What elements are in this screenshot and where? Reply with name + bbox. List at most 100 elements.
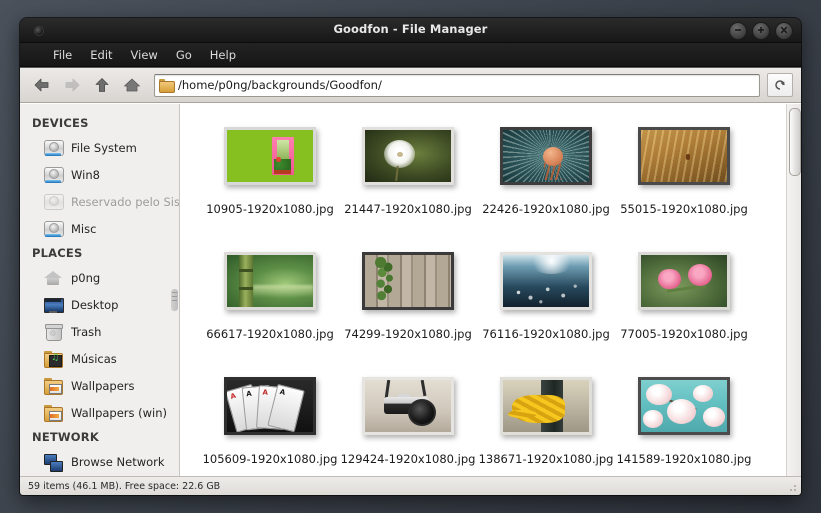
menubar: File Edit View Go Help — [20, 43, 801, 67]
file-item[interactable]: A A A A 105609-1920x1080.jpg — [201, 376, 339, 476]
file-thumbnail — [224, 127, 316, 185]
home-icon — [44, 269, 62, 287]
sidebar-item-label: Desktop — [71, 297, 119, 312]
sidebar-item-label: Browse Network — [71, 454, 165, 469]
sidebar-item-misc[interactable]: Misc — [20, 215, 179, 242]
reload-button[interactable] — [767, 73, 793, 97]
forward-button[interactable] — [58, 72, 86, 98]
thumbnail-wrap — [360, 251, 456, 311]
file-name: 76116-1920x1080.jpg — [482, 327, 610, 341]
path-entry[interactable]: /home/p0ng/backgrounds/Goodfon/ — [154, 73, 760, 97]
file-name: 10905-1920x1080.jpg — [206, 202, 334, 216]
arrow-right-icon — [65, 78, 80, 92]
thumbnail-wrap — [360, 376, 456, 436]
sidebar: DEVICES File System Win8 Reservado pelo … — [20, 104, 180, 476]
file-item[interactable]: 76116-1920x1080.jpg — [477, 251, 615, 376]
thumbnail-wrap — [498, 376, 594, 436]
file-item[interactable]: 74299-1920x1080.jpg — [339, 251, 477, 376]
file-thumbnail — [500, 127, 592, 185]
file-name: 129424-1920x1080.jpg — [340, 452, 476, 466]
sidebar-item-label: p0ng — [71, 270, 101, 285]
file-item[interactable]: 55015-1920x1080.jpg — [615, 126, 753, 251]
home-icon — [124, 78, 140, 92]
window-controls — [729, 22, 793, 40]
menu-item-edit[interactable]: Edit — [81, 46, 121, 64]
sidebar-item-musicas[interactable]: Músicas — [20, 345, 179, 372]
sidebar-group-devices-title: DEVICES — [32, 116, 89, 130]
navigation-toolbar: /home/p0ng/backgrounds/Goodfon/ — [20, 67, 801, 103]
path-text: /home/p0ng/backgrounds/Goodfon/ — [178, 78, 382, 92]
file-thumbnail — [224, 252, 316, 310]
content-scrollbar[interactable] — [786, 104, 801, 476]
menu-item-file[interactable]: File — [44, 46, 81, 64]
thumbnail-wrap — [498, 126, 594, 186]
thumbnail-wrap — [636, 126, 732, 186]
pictures-folder-icon — [44, 404, 63, 422]
sidebar-item-trash[interactable]: ♲ Trash — [20, 318, 179, 345]
drive-icon — [44, 166, 64, 184]
sidebar-item-label: Reservado pelo Sis... — [71, 194, 179, 209]
network-icon — [44, 453, 63, 472]
drive-icon — [44, 220, 64, 238]
minimize-button[interactable] — [729, 22, 747, 40]
file-thumbnail — [362, 252, 454, 310]
menu-item-go[interactable]: Go — [167, 46, 201, 64]
sidebar-item-browse-network[interactable]: Browse Network — [20, 448, 179, 475]
file-name: 66617-1920x1080.jpg — [206, 327, 334, 341]
file-name: 77005-1920x1080.jpg — [620, 327, 748, 341]
thumbnail-wrap — [498, 251, 594, 311]
sidebar-item-label: Wallpapers — [71, 378, 135, 393]
sidebar-item-label: Trash — [71, 324, 102, 339]
sidebar-item-desktop[interactable]: Desktop — [20, 291, 179, 318]
sidebar-item-win8[interactable]: Win8 — [20, 161, 179, 188]
content-scrollbar-handle[interactable] — [789, 108, 801, 176]
up-button[interactable] — [88, 72, 116, 98]
file-item[interactable]: 129424-1920x1080.jpg — [339, 376, 477, 476]
file-item[interactable]: 22426-1920x1080.jpg — [477, 126, 615, 251]
sidebar-item-label: Misc — [71, 221, 97, 236]
sidebar-item-p0ng[interactable]: p0ng — [20, 264, 179, 291]
folder-icon — [159, 79, 175, 93]
file-thumbnail — [638, 377, 730, 435]
close-button[interactable] — [775, 22, 793, 40]
thumbnail-wrap — [222, 251, 318, 311]
file-thumbnail — [638, 252, 730, 310]
resize-grip[interactable] — [788, 483, 798, 493]
menu-item-view[interactable]: View — [122, 46, 167, 64]
menu-item-help[interactable]: Help — [201, 46, 245, 64]
file-name: 21447-1920x1080.jpg — [344, 202, 472, 216]
file-item[interactable]: 77005-1920x1080.jpg — [615, 251, 753, 376]
reload-icon — [775, 80, 785, 90]
file-item[interactable]: 138671-1920x1080.jpg — [477, 376, 615, 476]
back-button[interactable] — [28, 72, 56, 98]
file-item[interactable]: 21447-1920x1080.jpg — [339, 126, 477, 251]
sidebar-item-wallpapers[interactable]: Wallpapers — [20, 372, 179, 399]
sidebar-item-reservado-pelo-sistema[interactable]: Reservado pelo Sis... — [20, 188, 179, 215]
file-name: 74299-1920x1080.jpg — [344, 327, 472, 341]
file-thumbnail: A A A A — [224, 377, 316, 435]
file-item[interactable]: 66617-1920x1080.jpg — [201, 251, 339, 376]
window-title: Goodfon - File Manager — [333, 22, 488, 36]
file-thumbnail — [500, 252, 592, 310]
file-name: 138671-1920x1080.jpg — [478, 452, 614, 466]
file-item[interactable]: 141589-1920x1080.jpg — [615, 376, 753, 476]
file-thumbnail — [362, 377, 454, 435]
sidebar-scrollbar-handle[interactable] — [171, 289, 178, 311]
file-item[interactable]: 10905-1920x1080.jpg — [201, 126, 339, 251]
maximize-button[interactable] — [752, 22, 770, 40]
file-thumbnail — [638, 127, 730, 185]
file-name: 141589-1920x1080.jpg — [616, 452, 752, 466]
file-manager-window: Goodfon - File Manager File Edit View Go… — [20, 18, 801, 495]
drive-icon — [44, 139, 64, 157]
sidebar-item-label: Músicas — [71, 351, 117, 366]
file-thumbnail — [362, 127, 454, 185]
window-titlebar[interactable]: Goodfon - File Manager — [20, 18, 801, 43]
pictures-folder-icon — [44, 377, 63, 395]
file-thumbnail — [500, 377, 592, 435]
home-button[interactable] — [118, 72, 146, 98]
sidebar-item-wallpapers-win[interactable]: Wallpapers (win) — [20, 399, 179, 426]
sidebar-item-label: Win8 — [71, 167, 100, 182]
arrow-up-icon — [95, 78, 109, 92]
file-list-view[interactable]: 10905-1920x1080.jpg 21447-1920x1080.jpg — [180, 104, 801, 476]
sidebar-item-file-system[interactable]: File System — [20, 134, 179, 161]
